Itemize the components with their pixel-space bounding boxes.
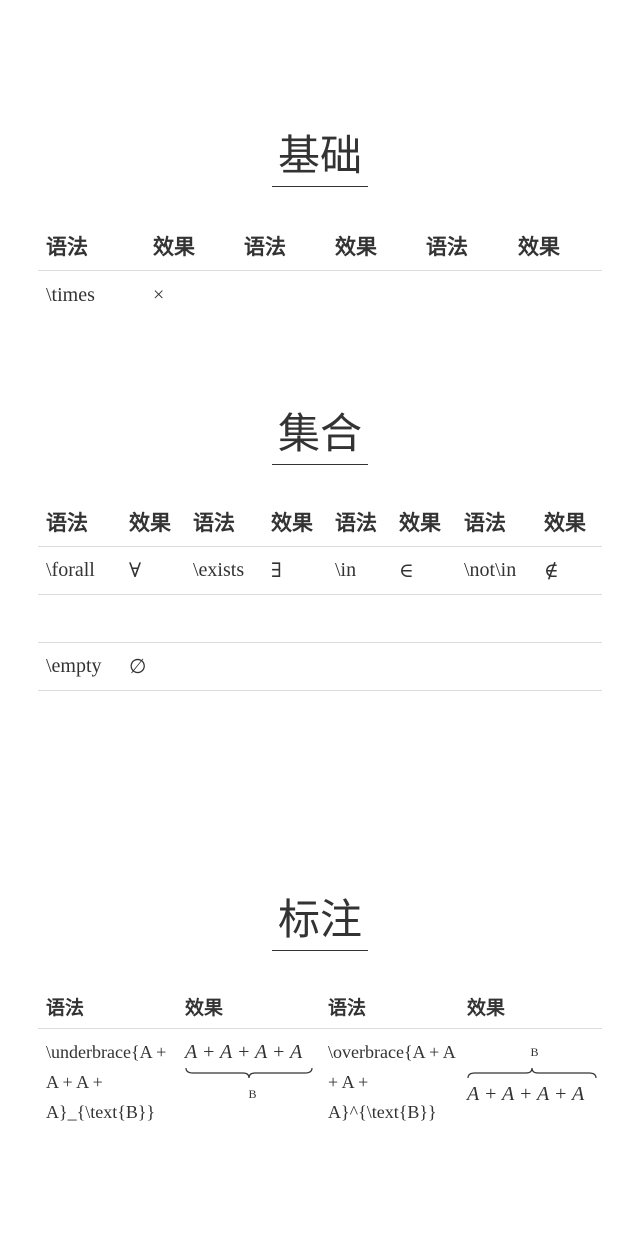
effect-cell <box>263 642 327 691</box>
header-effect: 效果 <box>145 222 236 271</box>
syntax-cell <box>327 642 391 691</box>
effect-cell: ∀ <box>121 546 185 595</box>
underbrace-expression: A + A + A + A <box>185 1041 303 1063</box>
effect-cell: ∉ <box>536 546 602 595</box>
header-syntax: 语法 <box>185 498 263 547</box>
header-syntax: 语法 <box>456 498 536 547</box>
table-sets: 语法 效果 语法 效果 语法 效果 语法 效果 \forall ∀ \exist… <box>38 498 602 691</box>
table-row: \empty ∅ <box>38 642 602 691</box>
header-effect: 效果 <box>510 222 602 271</box>
section-title-text: 集合 <box>271 408 368 465</box>
effect-cell <box>327 271 418 320</box>
header-effect: 效果 <box>391 498 456 547</box>
syntax-cell-underbrace: \underbrace{A + A + A + A}_{\text{B}} <box>46 1042 167 1122</box>
effect-cell-overbrace: B A + A + A + A <box>459 1029 602 1134</box>
header-effect: 效果 <box>327 222 418 271</box>
table-row: \underbrace{A + A + A + A}_{\text{B}} A … <box>38 1029 602 1134</box>
underbrace-icon <box>185 1067 313 1079</box>
effect-cell <box>536 594 602 643</box>
header-effect: 效果 <box>121 498 185 547</box>
effect-cell <box>121 594 185 643</box>
syntax-cell <box>236 271 327 320</box>
header-syntax: 语法 <box>38 498 121 547</box>
overbrace-label: B <box>530 1045 539 1059</box>
effect-cell-underbrace: A + A + A + A B <box>177 1029 320 1134</box>
overbrace-expression: A + A + A + A <box>467 1083 585 1105</box>
header-syntax: 语法 <box>418 222 510 271</box>
header-syntax: 语法 <box>38 984 177 1029</box>
section-title-sets: 集合 <box>38 408 602 465</box>
header-syntax: 语法 <box>38 222 145 271</box>
effect-cell <box>391 642 456 691</box>
overbrace-rendered: B A + A + A + A <box>467 1037 602 1109</box>
table-row: \times × <box>38 271 602 320</box>
effect-cell <box>391 594 456 643</box>
syntax-cell <box>327 594 391 643</box>
effect-cell <box>510 271 602 320</box>
syntax-cell <box>38 594 121 643</box>
header-effect: 效果 <box>536 498 602 547</box>
table-row <box>38 594 602 643</box>
syntax-cell-overbrace: \overbrace{A + A + A + A}^{\text{B}} <box>328 1042 455 1122</box>
table-header-row: 语法 效果 语法 效果 语法 效果 <box>38 222 602 271</box>
underbrace-rendered: A + A + A + A B <box>185 1037 320 1109</box>
effect-cell: ∈ <box>391 546 456 595</box>
syntax-cell <box>418 271 510 320</box>
effect-cell <box>263 594 327 643</box>
underbrace-label: B <box>248 1087 257 1101</box>
table-header-row: 语法 效果 语法 效果 语法 效果 语法 效果 <box>38 498 602 547</box>
table-basic: 语法 效果 语法 效果 语法 效果 \times × <box>38 222 602 319</box>
syntax-cell: \times <box>46 283 95 306</box>
effect-cell <box>536 642 602 691</box>
syntax-cell: \in <box>327 546 391 595</box>
syntax-cell <box>456 642 536 691</box>
table-annotations: 语法 效果 语法 效果 \underbrace{A + A + A + A}_{… <box>38 984 602 1133</box>
syntax-cell: \exists <box>185 546 263 595</box>
overbrace-icon <box>467 1067 597 1079</box>
effect-cell: ∅ <box>121 642 185 691</box>
effect-cell: ∃ <box>263 546 327 595</box>
header-effect: 效果 <box>263 498 327 547</box>
syntax-cell: \forall <box>38 546 121 595</box>
syntax-cell: \not\in <box>456 546 536 595</box>
syntax-cell <box>185 642 263 691</box>
syntax-cell: \empty <box>38 642 121 691</box>
table-header-row: 语法 效果 语法 效果 <box>38 984 602 1029</box>
header-syntax: 语法 <box>320 984 459 1029</box>
section-title-text: 基础 <box>271 130 368 187</box>
section-title-annotations: 标注 <box>38 894 602 951</box>
effect-cell: × <box>153 283 165 306</box>
table-row: \forall ∀ \exists ∃ \in ∈ \not\in ∉ <box>38 546 602 595</box>
header-effect: 效果 <box>459 984 602 1029</box>
syntax-cell <box>456 594 536 643</box>
syntax-cell <box>185 594 263 643</box>
header-syntax: 语法 <box>327 498 391 547</box>
header-effect: 效果 <box>177 984 320 1029</box>
section-title-basic: 基础 <box>38 130 602 187</box>
section-title-text: 标注 <box>271 894 368 951</box>
header-syntax: 语法 <box>236 222 327 271</box>
